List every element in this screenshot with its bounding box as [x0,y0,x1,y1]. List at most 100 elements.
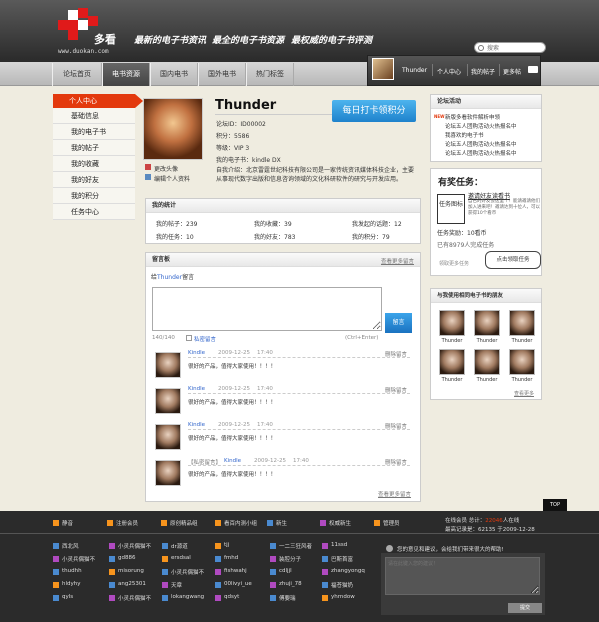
member-link[interactable]: fishwahj [224,568,247,574]
friend-name[interactable]: Thunder [472,377,502,383]
member-link[interactable]: fmhd [224,555,238,561]
view-more-messages-link[interactable]: 查看更多留言 [381,257,414,265]
member-link[interactable]: 小灵兵偶猫不 [171,568,204,576]
message-avatar[interactable] [155,424,181,450]
edit-profile-link[interactable]: 编辑个人资料 [154,174,190,183]
member-link[interactable]: zhangyongq [331,568,365,574]
member-link[interactable]: ersdsal [171,555,191,561]
member-link[interactable]: 小灵兵偶猫不 [62,555,95,563]
link-personal-center[interactable]: 个人中心 [437,67,461,76]
friend-photo[interactable] [439,310,465,336]
member-link[interactable]: 一二三狂风者 [279,542,312,550]
group-link[interactable]: 原创精品组 [170,519,198,527]
friend-photo[interactable] [509,310,535,336]
mail-icon[interactable] [528,66,538,73]
tab-foreign-ebooks[interactable]: 国外电书 [198,63,246,86]
group-link[interactable]: 权威新生 [329,519,351,527]
activity-item[interactable]: 论坛五人团购活动火热报名中 [445,140,517,148]
member-link[interactable]: tjj [224,542,229,548]
view-more-friends-link[interactable]: 查看更多 [514,390,534,397]
member-link[interactable]: lokangwang [171,594,204,600]
member-link[interactable]: dr源道 [171,542,188,550]
message-avatar[interactable] [155,352,181,378]
member-link[interactable]: cdljjl [279,568,292,574]
member-link[interactable]: gd886 [118,555,135,561]
group-link[interactable]: 静音 [62,519,73,527]
member-link[interactable]: hldyhy [62,581,81,587]
group-link[interactable]: 注册会员 [116,519,138,527]
activity-item[interactable]: 论坛五人团购活动火热报名中 [445,149,517,157]
link-my-posts[interactable]: 我的帖子 [471,67,495,76]
submit-message-button[interactable]: 留言 [385,313,412,333]
group-link[interactable]: 新生 [276,519,287,527]
friend-photo[interactable] [474,310,500,336]
member-link[interactable]: 装腔分子 [279,555,301,563]
member-link[interactable]: thudhh [62,568,82,574]
feedback-input[interactable] [385,557,540,595]
username[interactable]: Thunder [402,67,427,74]
friend-name[interactable]: Thunder [472,338,502,344]
member-link[interactable]: 11ssd [331,542,347,548]
message-user[interactable]: Kindle [188,350,205,356]
menu-item-my-points[interactable]: 我的积分 [53,188,135,204]
private-checkbox[interactable] [186,335,192,341]
message-user[interactable]: Kindle [224,458,241,464]
message-user[interactable]: Kindle [188,386,205,392]
friend-photo[interactable] [509,349,535,375]
member-link[interactable]: qyls [62,594,73,600]
activity-item[interactable]: 新版多看软件解析申领 [445,113,500,121]
member-link[interactable]: 巴斯首富 [331,555,353,563]
member-link[interactable]: yhrndow [331,594,355,600]
tab-domestic-ebooks[interactable]: 国内电书 [150,63,198,86]
menu-item-my-ebooks[interactable]: 我的电子书 [53,124,135,140]
menu-item-my-friends[interactable]: 我的好友 [53,172,135,188]
friend-name[interactable]: Thunder [507,338,537,344]
message-user[interactable]: Kindle [188,422,205,428]
activity-item[interactable]: 论坛五人团购活动火热报名中 [445,122,517,130]
tab-hot-tags[interactable]: 热门标签 [246,63,294,86]
tab-ebook-resources[interactable]: 电书资源 [102,63,150,86]
avatar[interactable] [372,58,394,80]
group-link[interactable]: 管理员 [383,519,400,527]
member-link[interactable]: 天章 [171,581,182,589]
member-link[interactable]: zhuji_78 [279,581,302,587]
menu-header[interactable]: 个人中心 [53,94,143,108]
friend-name[interactable]: Thunder [437,338,467,344]
friend-photo[interactable] [439,349,465,375]
member-link[interactable]: misorung [118,568,144,574]
member-link[interactable]: 西北风 [62,542,79,550]
message-avatar[interactable] [155,460,181,486]
claim-task-button[interactable]: 点击领取任务 [485,251,541,269]
member-link[interactable]: 傅要瑞 [279,594,296,602]
member-link[interactable]: ang25301 [118,581,146,587]
member-link[interactable]: 小灵兵偶猫不 [118,594,151,602]
search-input[interactable] [487,44,543,52]
search-box[interactable] [474,42,546,53]
menu-item-my-favorites[interactable]: 我的收藏 [53,156,135,172]
message-textarea[interactable] [152,287,382,331]
to-user-link[interactable]: Thunder [157,274,182,281]
menu-item-basic-info[interactable]: 基础信息 [53,108,135,124]
menu-item-my-posts[interactable]: 我的帖子 [53,140,135,156]
feedback-submit-button[interactable]: 提交 [508,603,542,613]
member-link[interactable]: 福苍猫奶 [331,581,353,589]
checkin-button[interactable]: 每日打卡领积分 [332,100,416,122]
group-link[interactable]: 看百内测小组 [224,519,257,527]
friend-photo[interactable] [474,349,500,375]
tab-forum-home[interactable]: 论坛首页 [52,63,102,86]
private-label[interactable]: 私密留言 [194,335,216,343]
member-link[interactable]: qdsyt [224,594,239,600]
change-avatar-link[interactable]: 更改头像 [154,164,178,173]
member-link[interactable]: 00livyi_ue [224,581,252,587]
search-icon[interactable] [478,45,484,51]
more-tasks-link[interactable]: 领取更多任务 [439,260,469,267]
menu-item-task-center[interactable]: 任务中心 [53,204,135,220]
link-more-posts[interactable]: 更多帖 [503,67,521,76]
friend-name[interactable]: Thunder [507,377,537,383]
member-link[interactable]: 小灵兵偶猫不 [118,542,151,550]
message-avatar[interactable] [155,388,181,414]
view-more-messages-bottom-link[interactable]: 查看更多留言 [378,490,411,498]
activity-item[interactable]: 我喜欢的电子书 [445,131,484,139]
friend-name[interactable]: Thunder [437,377,467,383]
back-to-top-button[interactable]: TOP [543,499,567,511]
